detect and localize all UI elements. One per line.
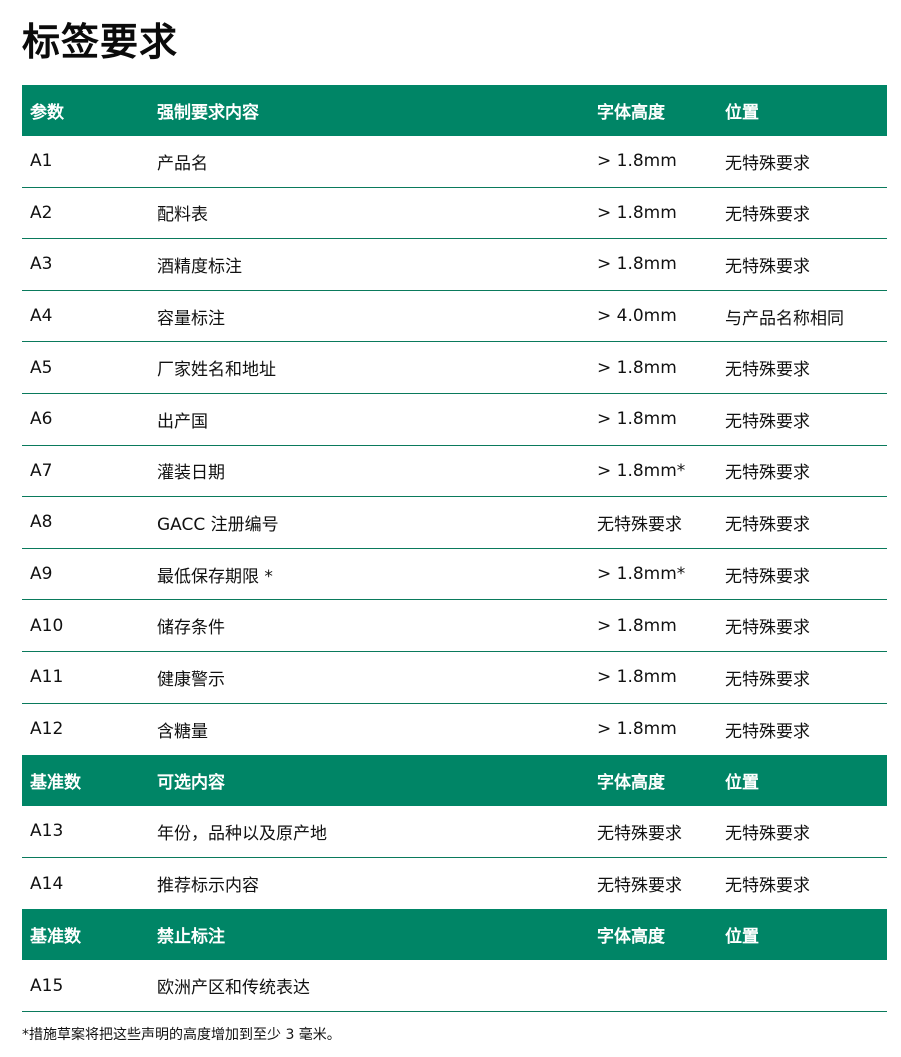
font-height-cell: 无特殊要求 <box>597 823 682 844</box>
content-cell: 年份，品种以及原产地 <box>157 823 327 844</box>
content-cell: 健康警示 <box>157 669 225 690</box>
header-cell: 参数 <box>30 103 64 123</box>
content-cell: 欧洲产区和传统表达 <box>157 978 310 999</box>
position-cell: 无特殊要求 <box>725 153 810 174</box>
content-cell: GACC 注册编号 <box>157 514 279 535</box>
param-cell: A14 <box>30 873 64 894</box>
table-row: A4 容量标注 > 4.0mm 与产品名称相同 <box>22 291 887 343</box>
font-height-cell: > 1.8mm <box>597 202 677 223</box>
position-cell: 无特殊要求 <box>725 514 810 535</box>
footnote: *措施草案将把这些声明的高度增加到至少 3 毫米。 <box>22 1027 341 1043</box>
header-cell: 强制要求内容 <box>157 103 259 123</box>
content-cell: 产品名 <box>157 153 208 174</box>
content-cell: 容量标注 <box>157 308 225 329</box>
param-cell: A7 <box>30 460 53 481</box>
header-cell: 字体高度 <box>597 927 665 948</box>
table-row: A2 配料表 > 1.8mm 无特殊要求 <box>22 188 887 240</box>
font-height-cell: > 1.8mm <box>597 357 677 378</box>
table-header-prohibited: 基准数 禁止标注 字体高度 位置 <box>22 909 887 961</box>
param-cell: A5 <box>30 357 53 378</box>
table-row: A5 厂家姓名和地址 > 1.8mm 无特殊要求 <box>22 342 887 394</box>
table-header-optional: 基准数 可选内容 字体高度 位置 <box>22 755 887 807</box>
content-cell: 灌装日期 <box>157 463 225 484</box>
param-cell: A15 <box>30 975 64 996</box>
font-height-cell: > 1.8mm <box>597 151 677 172</box>
content-cell: 推荐标示内容 <box>157 876 259 897</box>
header-cell: 字体高度 <box>597 773 665 794</box>
table-header-mandatory: 参数 强制要求内容 字体高度 位置 <box>22 85 887 136</box>
content-cell: 酒精度标注 <box>157 256 242 277</box>
header-cell: 位置 <box>725 773 759 794</box>
position-cell: 无特殊要求 <box>725 721 810 742</box>
param-cell: A8 <box>30 512 53 533</box>
font-height-cell: > 1.8mm <box>597 409 677 430</box>
font-height-cell: > 1.8mm <box>597 719 677 740</box>
content-cell: 配料表 <box>157 205 208 226</box>
position-cell: 无特殊要求 <box>725 876 810 897</box>
font-height-cell: > 1.8mm <box>597 667 677 688</box>
header-cell: 位置 <box>725 927 759 948</box>
font-height-cell: 无特殊要求 <box>597 876 682 897</box>
content-cell: 含糖量 <box>157 721 208 742</box>
table-row: A12 含糖量 > 1.8mm 无特殊要求 <box>22 704 887 756</box>
font-height-cell: > 1.8mm* <box>597 564 686 585</box>
position-cell: 无特殊要求 <box>725 463 810 484</box>
font-height-cell: 无特殊要求 <box>597 514 682 535</box>
table-row: A9 最低保存期限 * > 1.8mm* 无特殊要求 <box>22 549 887 601</box>
content-cell: 厂家姓名和地址 <box>157 360 276 381</box>
table-row: A13 年份，品种以及原产地 无特殊要求 无特殊要求 <box>22 806 887 858</box>
page-title: 标签要求 <box>22 20 179 64</box>
table-row: A3 酒精度标注 > 1.8mm 无特殊要求 <box>22 239 887 291</box>
position-cell: 无特殊要求 <box>725 256 810 277</box>
param-cell: A3 <box>30 254 53 275</box>
param-cell: A13 <box>30 821 64 842</box>
header-cell: 基准数 <box>30 927 81 948</box>
table-row: A11 健康警示 > 1.8mm 无特殊要求 <box>22 652 887 704</box>
position-cell: 与产品名称相同 <box>725 308 844 329</box>
header-cell: 禁止标注 <box>157 927 225 948</box>
position-cell: 无特殊要求 <box>725 566 810 587</box>
param-cell: A11 <box>30 667 64 688</box>
content-cell: 储存条件 <box>157 618 225 639</box>
param-cell: A1 <box>30 151 53 172</box>
param-cell: A6 <box>30 409 53 430</box>
header-cell: 可选内容 <box>157 773 225 794</box>
table-row: A15 欧洲产区和传统表达 <box>22 960 887 1012</box>
content-cell: 出产国 <box>157 411 208 432</box>
position-cell: 无特殊要求 <box>725 618 810 639</box>
position-cell: 无特殊要求 <box>725 360 810 381</box>
param-cell: A10 <box>30 615 64 636</box>
header-cell: 位置 <box>725 103 759 123</box>
table-row: A1 产品名 > 1.8mm 无特殊要求 <box>22 136 887 188</box>
font-height-cell: > 1.8mm <box>597 254 677 275</box>
position-cell: 无特殊要求 <box>725 823 810 844</box>
table-row: A6 出产国 > 1.8mm 无特殊要求 <box>22 394 887 446</box>
param-cell: A2 <box>30 202 53 223</box>
table-row: A8 GACC 注册编号 无特殊要求 无特殊要求 <box>22 497 887 549</box>
table-row: A7 灌装日期 > 1.8mm* 无特殊要求 <box>22 446 887 498</box>
font-height-cell: > 1.8mm* <box>597 460 686 481</box>
param-cell: A4 <box>30 306 53 327</box>
font-height-cell: > 1.8mm <box>597 615 677 636</box>
position-cell: 无特殊要求 <box>725 411 810 432</box>
table-row: A10 储存条件 > 1.8mm 无特殊要求 <box>22 600 887 652</box>
font-height-cell: > 4.0mm <box>597 306 677 327</box>
position-cell: 无特殊要求 <box>725 205 810 226</box>
table-row: A14 推荐标示内容 无特殊要求 无特殊要求 <box>22 858 887 910</box>
param-cell: A12 <box>30 719 64 740</box>
header-cell: 基准数 <box>30 773 81 794</box>
header-cell: 字体高度 <box>597 103 665 123</box>
content-cell: 最低保存期限 * <box>157 566 273 587</box>
position-cell: 无特殊要求 <box>725 669 810 690</box>
param-cell: A9 <box>30 564 53 585</box>
label-requirements-table: 参数 强制要求内容 字体高度 位置 A1 产品名 > 1.8mm 无特殊要求 A… <box>22 85 887 1012</box>
